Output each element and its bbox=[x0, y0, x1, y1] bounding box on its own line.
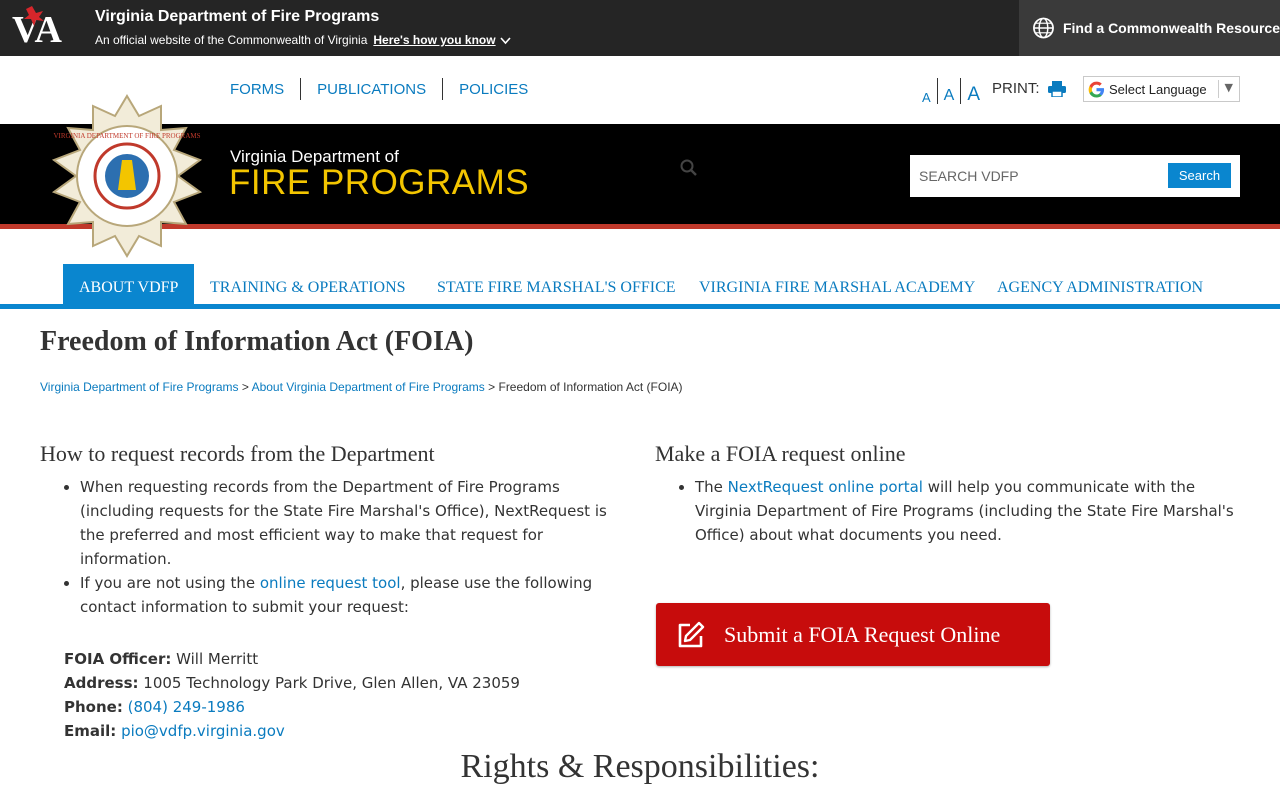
bullet-text: If you are not using the bbox=[80, 574, 260, 592]
va-site-title[interactable]: Virginia Department of Fire Programs bbox=[95, 8, 379, 26]
contact-info: FOIA Officer: Will Merritt Address: 1005… bbox=[40, 647, 625, 743]
online-request-tool-link[interactable]: online request tool bbox=[260, 574, 401, 592]
chevron-down-icon[interactable] bbox=[499, 37, 511, 45]
breadcrumb-separator: > bbox=[241, 380, 249, 394]
main-nav: ABOUT VDFP TRAINING & OPERATIONS STATE F… bbox=[0, 264, 1280, 309]
contact-phone: Phone: (804) 249-1986 bbox=[64, 695, 625, 719]
submit-foia-label: Submit a FOIA Request Online bbox=[724, 621, 1001, 647]
utility-links: FORMS PUBLICATIONS POLICIES bbox=[222, 78, 536, 100]
bullet-text: The bbox=[695, 478, 728, 496]
font-size-controls: A A A bbox=[916, 78, 986, 104]
print-button[interactable]: PRINT: bbox=[992, 80, 1066, 97]
how-you-know-link[interactable]: Here's how you know bbox=[373, 33, 495, 47]
contact-label: Phone: bbox=[64, 698, 123, 716]
edit-icon bbox=[678, 621, 705, 647]
request-list: When requesting records from the Departm… bbox=[40, 475, 625, 619]
find-resource-label: Find a Commonwealth Resource bbox=[1062, 20, 1280, 36]
bullet-text: When requesting records from the Departm… bbox=[80, 478, 607, 568]
search-icon[interactable] bbox=[680, 159, 698, 177]
nav-about-vdfp[interactable]: ABOUT VDFP bbox=[63, 264, 195, 305]
brand-title[interactable]: FIRE PROGRAMS bbox=[229, 163, 529, 203]
contact-officer: FOIA Officer: Will Merritt bbox=[64, 647, 625, 671]
list-item: If you are not using the online request … bbox=[80, 571, 625, 619]
list-item: When requesting records from the Departm… bbox=[80, 475, 625, 571]
breadcrumb-current: Freedom of Information Act (FOIA) bbox=[498, 380, 683, 394]
breadcrumb-home[interactable]: Virginia Department of Fire Programs bbox=[40, 380, 239, 394]
contact-address: Address: 1005 Technology Park Drive, Gle… bbox=[64, 671, 625, 695]
contact-email: Email: pio@vdfp.virginia.gov bbox=[64, 719, 625, 743]
breadcrumb-separator: > bbox=[488, 380, 496, 394]
contact-label: FOIA Officer: bbox=[64, 650, 172, 668]
phone-link[interactable]: (804) 249-1986 bbox=[128, 698, 245, 716]
nextrequest-portal-link[interactable]: NextRequest online portal bbox=[728, 478, 923, 496]
nav-state-fire-marshal[interactable]: STATE FIRE MARSHAL'S OFFICE bbox=[437, 264, 676, 304]
divider bbox=[1218, 80, 1219, 98]
caret-down-icon: ▼ bbox=[1224, 81, 1233, 94]
font-size-medium-button[interactable]: A bbox=[938, 88, 961, 104]
font-size-small-button[interactable]: A bbox=[916, 91, 937, 104]
globe-icon bbox=[1033, 17, 1054, 39]
rights-heading: Rights & Responsibilities: bbox=[460, 748, 820, 785]
breadcrumb-about[interactable]: About Virginia Department of Fire Progra… bbox=[252, 380, 485, 394]
google-g-icon bbox=[1088, 81, 1105, 98]
page-title: Freedom of Information Act (FOIA) bbox=[40, 326, 474, 357]
nav-training-operations[interactable]: TRAINING & OPERATIONS bbox=[210, 264, 406, 304]
search-input[interactable] bbox=[910, 155, 1165, 197]
breadcrumb: Virginia Department of Fire Programs > A… bbox=[40, 380, 683, 394]
request-records-section: How to request records from the Departme… bbox=[40, 440, 625, 743]
virginia-logo-icon[interactable]: VA bbox=[10, 4, 80, 48]
forms-link[interactable]: FORMS bbox=[222, 81, 292, 98]
vdfp-seal-logo[interactable]: VIRGINIA DEPARTMENT OF FIRE PROGRAMS bbox=[46, 94, 208, 258]
language-label: Select Language bbox=[1109, 81, 1207, 97]
email-link[interactable]: pio@vdfp.virginia.gov bbox=[121, 722, 285, 740]
contact-value: 1005 Technology Park Drive, Glen Allen, … bbox=[143, 674, 520, 692]
va-subtitle: An official website of the Commonwealth … bbox=[95, 33, 511, 47]
print-label: PRINT: bbox=[992, 80, 1040, 97]
commonwealth-bar: VA Virginia Department of Fire Programs … bbox=[0, 0, 1280, 56]
printer-icon bbox=[1047, 80, 1066, 97]
seal-text: VIRGINIA DEPARTMENT OF FIRE PROGRAMS bbox=[54, 132, 201, 140]
nav-fire-marshal-academy[interactable]: VIRGINIA FIRE MARSHAL ACADEMY bbox=[699, 264, 975, 304]
publications-link[interactable]: PUBLICATIONS bbox=[309, 81, 434, 98]
divider bbox=[442, 78, 444, 100]
policies-link[interactable]: POLICIES bbox=[451, 81, 536, 98]
section-heading: Make a FOIA request online bbox=[655, 441, 906, 466]
font-size-large-button[interactable]: A bbox=[961, 85, 986, 104]
language-select[interactable]: Select Language ▼ bbox=[1083, 76, 1240, 102]
divider bbox=[300, 78, 302, 100]
contact-label: Email: bbox=[64, 722, 117, 740]
online-list: The NextRequest online portal will help … bbox=[655, 475, 1240, 547]
site-search: Search bbox=[910, 155, 1240, 197]
search-button[interactable]: Search bbox=[1168, 163, 1231, 188]
submit-foia-request-button[interactable]: Submit a FOIA Request Online bbox=[656, 603, 1050, 666]
contact-value: Will Merritt bbox=[176, 650, 259, 668]
section-heading: How to request records from the Departme… bbox=[40, 441, 435, 466]
find-resource-button[interactable]: Find a Commonwealth Resource bbox=[1019, 0, 1280, 56]
nav-agency-administration[interactable]: AGENCY ADMINISTRATION bbox=[997, 264, 1203, 304]
va-subtitle-text: An official website of the Commonwealth … bbox=[95, 33, 368, 47]
contact-label: Address: bbox=[64, 674, 139, 692]
list-item: The NextRequest online portal will help … bbox=[695, 475, 1240, 547]
foia-online-section: Make a FOIA request online The NextReque… bbox=[655, 440, 1240, 547]
